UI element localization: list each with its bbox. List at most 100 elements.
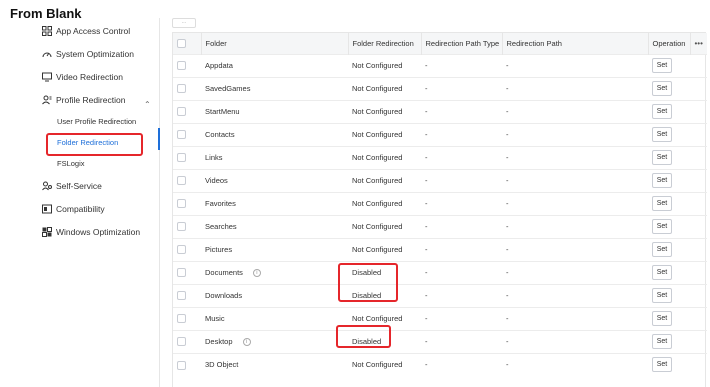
column-header-operation: Operation bbox=[648, 33, 691, 54]
folder-name: SavedGames bbox=[205, 84, 251, 93]
cell-path: - bbox=[506, 245, 509, 254]
set-button[interactable]: Set bbox=[652, 265, 672, 280]
set-button[interactable]: Set bbox=[652, 357, 672, 373]
table-row: Favorites Not Configured - - Set bbox=[173, 192, 707, 215]
sidebar-item-compatibility[interactable]: Compatibility bbox=[42, 200, 105, 218]
sidebar-nav: App Access Control System Optimization V… bbox=[24, 18, 160, 387]
cell-path: - bbox=[506, 176, 509, 185]
cell-path-type: - bbox=[425, 61, 428, 70]
more-columns-icon[interactable]: ••• bbox=[690, 33, 707, 54]
set-button[interactable]: Set bbox=[652, 104, 672, 119]
sidebar-item-self-service[interactable]: Self-Service bbox=[42, 177, 102, 195]
table-row: Videos Not Configured - - Set bbox=[173, 169, 707, 192]
cell-path-type: - bbox=[425, 153, 428, 162]
sidebar-item-windows-optimization[interactable]: Windows Optimization bbox=[42, 223, 140, 241]
sidebar-subitem-fslogix[interactable]: FSLogix bbox=[57, 159, 85, 168]
cell-path-type: - bbox=[425, 337, 428, 346]
row-checkbox[interactable] bbox=[173, 261, 201, 284]
cell-path-type: - bbox=[425, 222, 428, 231]
cell-path: - bbox=[506, 222, 509, 231]
cell-operation: Set bbox=[648, 77, 690, 100]
folder-name: Desktop bbox=[205, 336, 233, 346]
table-row: Contacts Not Configured - - Set bbox=[173, 123, 707, 146]
select-all-checkbox[interactable] bbox=[173, 33, 202, 54]
cell-path-type: - bbox=[425, 199, 428, 208]
column-scroll-handle[interactable]: ··· bbox=[172, 18, 196, 28]
grid-icon bbox=[42, 26, 52, 36]
row-checkbox[interactable] bbox=[173, 77, 201, 100]
cell-operation: Set bbox=[648, 238, 690, 261]
set-button[interactable]: Set bbox=[652, 127, 672, 142]
cell-spacer bbox=[690, 215, 707, 238]
highlight-box bbox=[46, 133, 143, 156]
set-button[interactable]: Set bbox=[652, 334, 672, 349]
more-columns-dots: ••• bbox=[694, 38, 703, 48]
cell-spacer bbox=[690, 353, 707, 376]
user-group-icon bbox=[42, 95, 52, 105]
sidebar-item-label: Self-Service bbox=[56, 181, 102, 191]
set-button[interactable]: Set bbox=[652, 81, 672, 96]
cell-folder-redirection: Not Configured bbox=[352, 107, 403, 116]
row-checkbox[interactable] bbox=[173, 284, 201, 307]
sidebar-item-video-redirection[interactable]: Video Redirection bbox=[42, 68, 123, 86]
cell-operation: Set bbox=[648, 261, 690, 284]
cell-folder: StartMenu bbox=[201, 100, 348, 123]
cell-folder-redirection: Not Configured bbox=[352, 199, 403, 208]
row-checkbox[interactable] bbox=[173, 123, 201, 146]
info-icon[interactable]: i bbox=[252, 269, 261, 277]
cell-operation: Set bbox=[648, 123, 690, 146]
cell-spacer bbox=[690, 307, 707, 330]
cell-spacer bbox=[690, 100, 707, 123]
table-row: Documents i Disabled - - Set bbox=[173, 261, 707, 284]
sidebar-subitem-user-profile-redirection[interactable]: User Profile Redirection bbox=[57, 117, 136, 126]
chevron-up-icon[interactable]: ⌃ bbox=[144, 100, 151, 109]
cell-spacer bbox=[690, 146, 707, 169]
cell-path-type: - bbox=[425, 245, 428, 254]
set-button[interactable]: Set bbox=[652, 242, 672, 257]
row-checkbox[interactable] bbox=[173, 307, 201, 330]
row-checkbox[interactable] bbox=[173, 215, 201, 238]
row-checkbox[interactable] bbox=[173, 54, 201, 77]
table-row: SavedGames Not Configured - - Set bbox=[173, 77, 707, 100]
row-checkbox[interactable] bbox=[173, 330, 201, 353]
row-checkbox[interactable] bbox=[173, 100, 201, 123]
sidebar-item-label: App Access Control bbox=[56, 26, 131, 36]
cell-operation: Set bbox=[648, 307, 690, 330]
sidebar-item-label: Profile Redirection bbox=[56, 95, 126, 105]
cell-folder-redirection: Not Configured bbox=[352, 222, 403, 231]
info-icon[interactable]: i bbox=[242, 338, 251, 346]
table-row: StartMenu Not Configured - - Set bbox=[173, 100, 707, 123]
folder-name: StartMenu bbox=[205, 107, 240, 116]
set-button[interactable]: Set bbox=[652, 196, 672, 211]
sidebar-item-app-access-control[interactable]: App Access Control bbox=[42, 22, 130, 40]
cell-folder: Links bbox=[201, 146, 348, 169]
self-service-icon bbox=[42, 181, 52, 191]
sidebar-item-label: Compatibility bbox=[56, 204, 105, 214]
table-row: Pictures Not Configured - - Set bbox=[173, 238, 707, 261]
cell-folder: 3D Object bbox=[201, 353, 348, 376]
cell-operation: Set bbox=[648, 169, 690, 192]
cell-path-type: - bbox=[425, 360, 428, 370]
cell-spacer bbox=[690, 238, 707, 261]
row-checkbox[interactable] bbox=[173, 146, 201, 169]
set-button[interactable]: Set bbox=[652, 150, 672, 165]
row-checkbox[interactable] bbox=[173, 238, 201, 261]
cell-folder: Searches bbox=[201, 215, 348, 238]
cell-spacer bbox=[690, 284, 707, 307]
sidebar-item-label: System Optimization bbox=[56, 49, 134, 59]
row-checkbox[interactable] bbox=[173, 169, 201, 192]
set-button[interactable]: Set bbox=[652, 288, 672, 303]
set-button[interactable]: Set bbox=[652, 219, 672, 234]
row-checkbox[interactable] bbox=[173, 192, 201, 215]
table-row: Searches Not Configured - - Set bbox=[173, 215, 707, 238]
set-button[interactable]: Set bbox=[652, 58, 672, 73]
sidebar-item-profile-redirection[interactable]: Profile Redirection bbox=[42, 91, 125, 109]
cell-path-type: - bbox=[425, 268, 428, 277]
compat-icon bbox=[42, 204, 52, 214]
sidebar-item-system-optimization[interactable]: System Optimization bbox=[42, 45, 134, 63]
cell-folder: Pictures bbox=[201, 238, 348, 261]
set-button[interactable]: Set bbox=[652, 173, 672, 188]
row-checkbox[interactable] bbox=[173, 353, 201, 376]
set-button[interactable]: Set bbox=[652, 311, 672, 326]
gauge-icon bbox=[42, 49, 52, 59]
